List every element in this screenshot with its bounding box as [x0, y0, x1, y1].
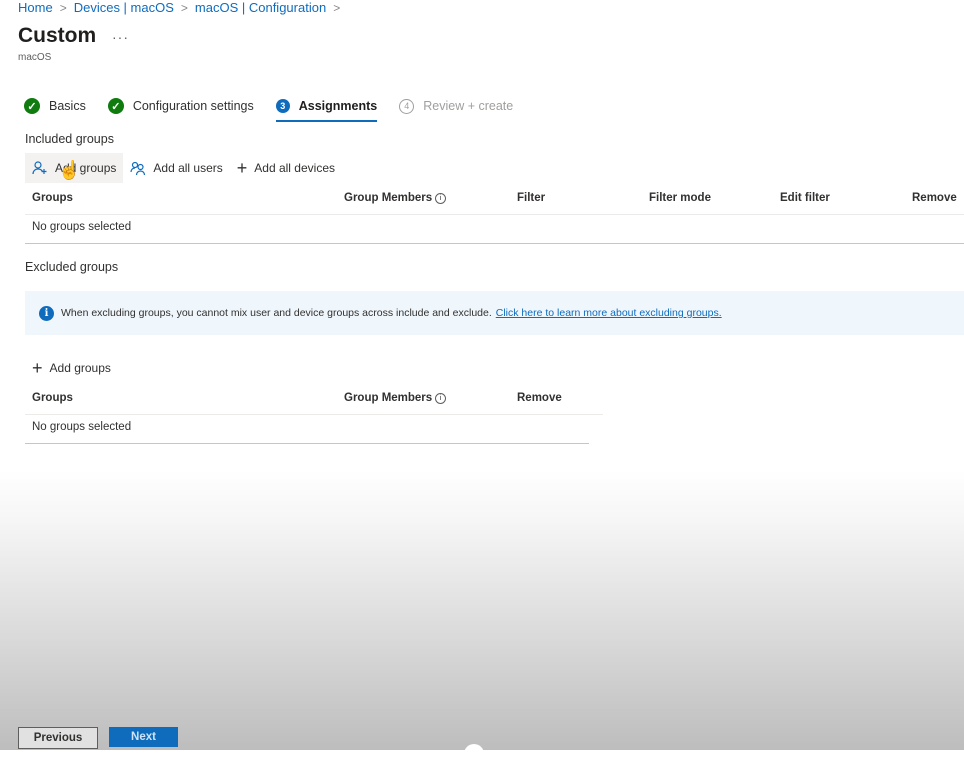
scroll-indicator — [464, 744, 484, 764]
breadcrumb-macos-configuration[interactable]: macOS | Configuration — [195, 0, 326, 15]
excluded-command-bar: + Add groups — [25, 353, 118, 383]
page-subtitle: macOS — [18, 52, 52, 63]
empty-state-text: No groups selected — [32, 421, 132, 433]
breadcrumb-devices-macos[interactable]: Devices | macOS — [74, 0, 174, 15]
empty-state-text: No groups selected — [32, 221, 132, 233]
wizard-steps: ✓ Basics ✓ Configuration settings 3 Assi… — [24, 96, 535, 122]
step-number-icon: 3 — [275, 99, 290, 113]
breadcrumb-home[interactable]: Home — [18, 0, 53, 15]
hand-cursor-icon: ☝ — [58, 160, 81, 180]
step-assignments[interactable]: 3 Assignments — [275, 96, 378, 122]
step-basics[interactable]: ✓ Basics — [24, 96, 86, 116]
column-filter-mode: Filter mode — [649, 192, 711, 204]
excluded-groups-heading: Excluded groups — [25, 260, 119, 274]
info-icon[interactable]: i — [435, 393, 447, 404]
column-groups: Groups — [32, 392, 73, 404]
step-review-create[interactable]: 4 Review + create — [399, 96, 513, 116]
breadcrumb: Home > Devices | macOS > macOS | Configu… — [18, 0, 347, 15]
add-all-users-label: Add all users — [153, 161, 223, 175]
add-all-devices-button[interactable]: + Add all devices — [230, 153, 342, 183]
included-groups-heading: Included groups — [25, 132, 114, 146]
add-all-users-button[interactable]: Add all users — [123, 153, 229, 183]
info-message-bar: i When excluding groups, you cannot mix … — [25, 291, 964, 335]
add-person-icon — [32, 160, 48, 176]
step-label: Assignments — [298, 99, 378, 113]
column-group-members: Group Members i — [344, 192, 447, 204]
next-button[interactable]: Next — [109, 727, 178, 747]
learn-more-link[interactable]: Click here to learn more about excluding… — [496, 307, 722, 319]
step-label: Review + create — [423, 99, 514, 113]
step-label: Basics — [49, 99, 86, 113]
checkmark-icon: ✓ — [24, 98, 40, 114]
column-remove: Remove — [912, 192, 957, 204]
plus-icon: + — [236, 157, 248, 178]
page-title: Custom — [18, 24, 97, 47]
info-message-text: When excluding groups, you cannot mix us… — [61, 307, 492, 319]
info-icon[interactable]: i — [435, 193, 447, 204]
breadcrumb-separator: > — [180, 0, 188, 15]
breadcrumb-separator: > — [59, 0, 67, 15]
more-options-button[interactable]: ··· — [112, 29, 129, 45]
step-configuration-settings[interactable]: ✓ Configuration settings — [107, 96, 254, 116]
table-row: No groups selected — [25, 415, 589, 444]
column-remove: Remove — [517, 392, 562, 404]
add-all-devices-label: Add all devices — [254, 161, 335, 175]
table-header: Groups Group Members i Remove — [25, 384, 603, 415]
excluded-groups-table: Groups Group Members i Remove No groups s… — [25, 384, 603, 444]
users-icon — [130, 160, 146, 176]
column-edit-filter: Edit filter — [780, 192, 830, 204]
step-label: Configuration settings — [132, 99, 254, 113]
footer-divider — [0, 709, 964, 710]
column-groups: Groups — [32, 192, 73, 204]
previous-button[interactable]: Previous — [18, 727, 98, 749]
info-icon: i — [39, 305, 54, 321]
table-row: No groups selected — [25, 215, 964, 244]
included-groups-table: Groups Group Members i Filter Filter mode… — [25, 184, 964, 244]
breadcrumb-separator: > — [333, 0, 341, 15]
column-filter: Filter — [517, 192, 546, 204]
column-group-members: Group Members i — [344, 392, 447, 404]
step-number-icon: 4 — [399, 98, 415, 114]
table-header: Groups Group Members i Filter Filter mode… — [25, 184, 964, 215]
add-groups-label: Add groups — [49, 361, 111, 375]
add-excluded-groups-button[interactable]: + Add groups — [25, 353, 118, 383]
checkmark-icon: ✓ — [107, 98, 124, 114]
plus-icon: + — [32, 357, 43, 378]
